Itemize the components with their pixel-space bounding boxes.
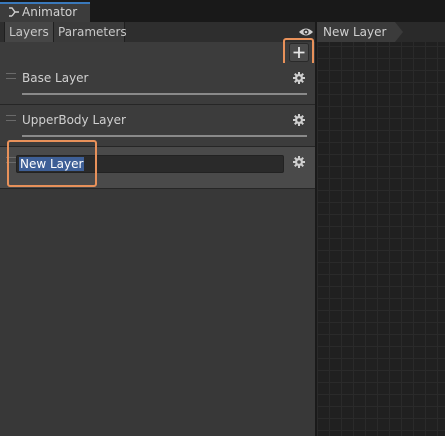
layer-row-base[interactable]: Base Layer: [0, 63, 316, 105]
layer-weight-bar: [22, 135, 307, 137]
window-title: Animator: [22, 5, 78, 19]
animator-graph-canvas[interactable]: [317, 22, 445, 436]
layer-name: Base Layer: [22, 71, 89, 85]
drag-handle-icon[interactable]: [6, 115, 16, 121]
layers-toolbar: [0, 42, 316, 64]
gear-icon[interactable]: [293, 72, 305, 84]
breadcrumb-label: New Layer: [323, 25, 387, 39]
panel-tabs: Layers Parameters: [0, 22, 316, 43]
tab-parameters[interactable]: Parameters: [54, 22, 127, 42]
name-field-highlight: [7, 140, 97, 187]
add-button-highlight: [283, 38, 314, 66]
layer-name: UpperBody Layer: [22, 113, 126, 127]
gear-icon[interactable]: [293, 156, 305, 168]
gear-icon[interactable]: [293, 114, 305, 126]
tab-layers[interactable]: Layers: [4, 22, 54, 42]
animator-window-tab[interactable]: Animator: [0, 2, 90, 22]
breadcrumb-arrow: [395, 22, 403, 42]
animator-icon: [9, 7, 19, 17]
drag-handle-icon[interactable]: [6, 73, 16, 79]
layer-weight-bar: [22, 93, 307, 95]
eye-icon[interactable]: [298, 26, 314, 38]
